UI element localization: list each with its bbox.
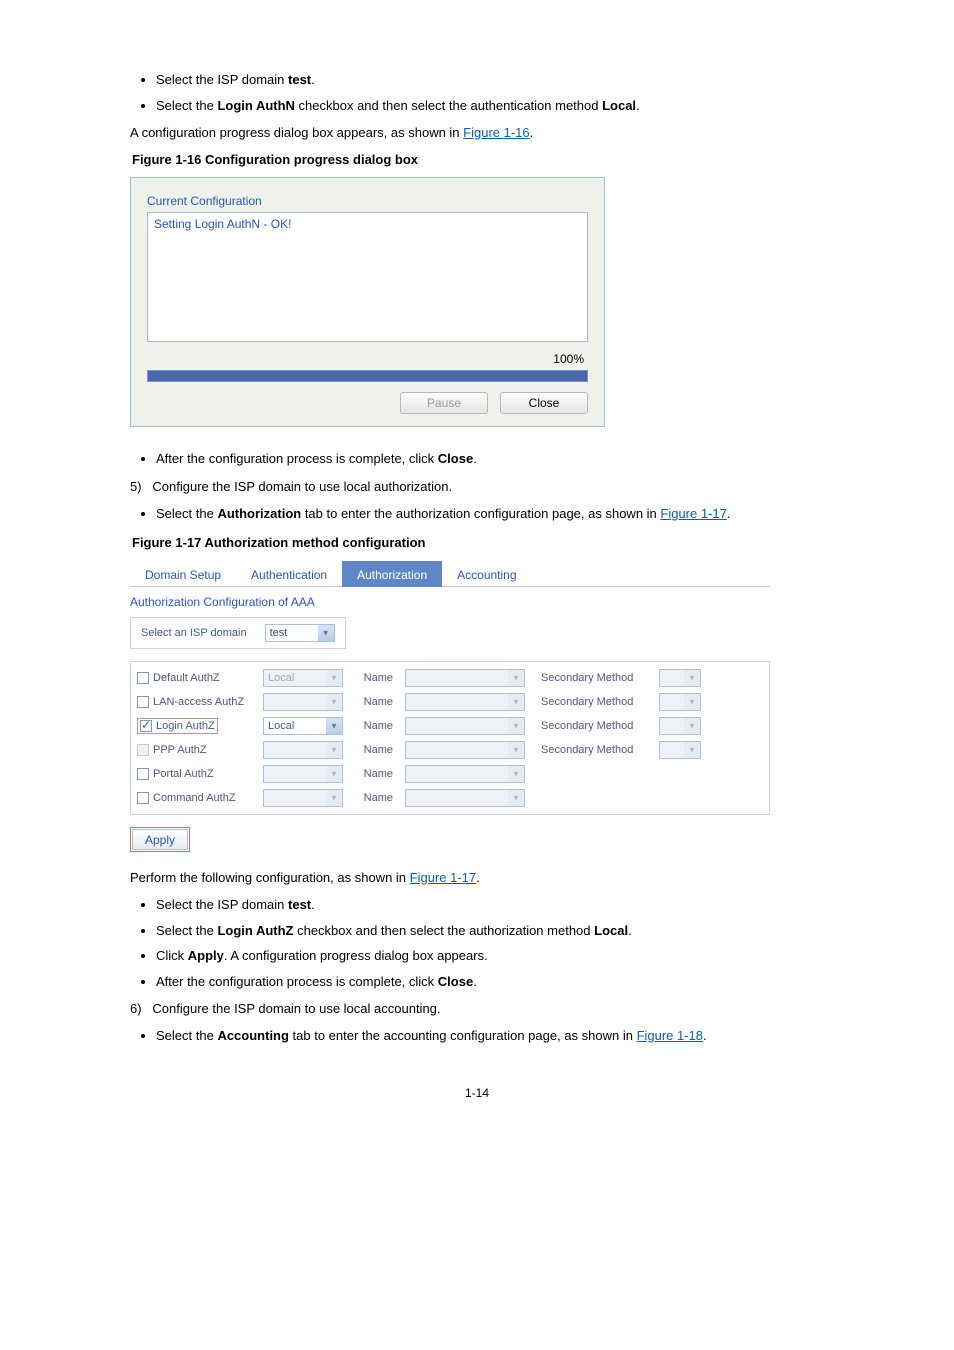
figure-1-17-caption: Figure 1-17 Authorization method configu…: [132, 535, 824, 550]
name-select: ▾: [405, 741, 525, 759]
chevron-down-icon: ▾: [508, 742, 524, 758]
chevron-down-icon: ▾: [326, 718, 342, 734]
select-authorization-tab-text: Select the Authorization tab to enter th…: [156, 504, 824, 524]
secondary-label: Secondary Method: [541, 744, 651, 756]
secondary-label: Secondary Method: [541, 672, 651, 684]
authz-method-select: ▾: [263, 741, 343, 759]
after-close-a: After the configuration process is compl…: [156, 449, 824, 469]
secondary-label: Secondary Method: [541, 696, 651, 708]
authz-label: PPP AuthZ: [153, 744, 207, 756]
name-select: ▾: [405, 789, 525, 807]
page-number: 1-14: [130, 1086, 824, 1100]
c-step-4: After the configuration process is compl…: [156, 972, 824, 992]
step5-text: 5) Configure the ISP domain to use local…: [130, 479, 824, 494]
tab-authentication[interactable]: Authentication: [236, 561, 342, 587]
step-select-login-authn: Select the Login AuthN checkbox and then…: [156, 96, 824, 116]
name-select: ▾: [405, 765, 525, 783]
select-accounting-tab-text: Select the Accounting tab to enter the a…: [156, 1026, 824, 1046]
dialog-output-area: Setting Login AuthN - OK!: [147, 212, 588, 342]
secondary-label: Secondary Method: [541, 720, 651, 732]
figure-1-16-caption: Figure 1-16 Configuration progress dialo…: [132, 152, 824, 167]
authz-label: Command AuthZ: [153, 792, 236, 804]
authz-method-select: ▾: [263, 789, 343, 807]
chevron-down-icon: ▾: [508, 694, 524, 710]
figref-1-17b[interactable]: Figure 1-17: [410, 870, 476, 885]
figref-1-17a[interactable]: Figure 1-17: [660, 506, 726, 521]
authz-label: LAN-access AuthZ: [153, 696, 244, 708]
authz-row: Login AuthZ Local▾ Name ▾ Secondary Method ▾: [137, 714, 763, 738]
authz-checkbox: [137, 744, 149, 756]
name-label: Name: [359, 792, 397, 804]
chevron-down-icon: ▾: [326, 670, 342, 686]
chevron-down-icon: ▾: [326, 742, 342, 758]
section-title: Authorization Configuration of AAA: [130, 595, 770, 609]
authz-row: Command AuthZ ▾ Name ▾: [137, 786, 763, 810]
chevron-down-icon: ▾: [326, 790, 342, 806]
name-label: Name: [359, 768, 397, 780]
c-step-3: Click Apply. A configuration progress di…: [156, 946, 824, 966]
authz-label: Login AuthZ: [156, 720, 215, 732]
perform-config-text: Perform the following configuration, as …: [130, 870, 824, 885]
authz-label: Portal AuthZ: [153, 768, 214, 780]
close-button[interactable]: Close: [500, 392, 588, 414]
secondary-method-select: ▾: [659, 693, 701, 711]
pause-button[interactable]: Pause: [400, 392, 488, 414]
authz-label: Default AuthZ: [153, 672, 220, 684]
name-label: Name: [359, 672, 397, 684]
authz-checkbox[interactable]: [140, 720, 152, 732]
isp-domain-label: Select an ISP domain: [141, 627, 247, 639]
apply-button[interactable]: Apply: [132, 829, 188, 850]
name-select: ▾: [405, 717, 525, 735]
chevron-down-icon: ▾: [508, 790, 524, 806]
name-select: ▾: [405, 669, 525, 687]
dialog-title: Current Configuration: [147, 194, 588, 208]
name-label: Name: [359, 720, 397, 732]
authz-checkbox[interactable]: [137, 696, 149, 708]
authz-row: PPP AuthZ ▾ Name ▾ Secondary Method ▾: [137, 738, 763, 762]
chevron-down-icon: ▾: [508, 718, 524, 734]
chevron-down-icon: ▾: [326, 694, 342, 710]
figure-progress-dialog: Current Configuration Setting Login Auth…: [130, 177, 605, 427]
secondary-method-select: ▾: [659, 717, 701, 735]
c-step-1: Select the ISP domain test.: [156, 895, 824, 915]
authz-row: Default AuthZ Local▾ Name ▾ Secondary Method…: [137, 666, 763, 690]
authz-method-select: ▾: [263, 693, 343, 711]
authz-row: Portal AuthZ ▾ Name ▾: [137, 762, 763, 786]
c-step-2: Select the Login AuthZ checkbox and then…: [156, 921, 824, 941]
progress-text: A configuration progress dialog box appe…: [130, 125, 824, 140]
progress-bar: [147, 370, 588, 382]
chevron-down-icon: ▾: [508, 670, 524, 686]
tab-domain-setup[interactable]: Domain Setup: [130, 561, 236, 587]
authz-checkbox[interactable]: [137, 792, 149, 804]
tab-authorization[interactable]: Authorization: [342, 561, 442, 587]
isp-domain-select[interactable]: test▾: [265, 624, 335, 642]
chevron-down-icon: ▾: [326, 766, 342, 782]
authz-method-select: ▾: [263, 765, 343, 783]
authz-checkbox[interactable]: [137, 672, 149, 684]
chevron-down-icon: ▾: [684, 670, 700, 686]
chevron-down-icon: ▾: [684, 718, 700, 734]
authz-method-select[interactable]: Local▾: [263, 717, 343, 735]
name-label: Name: [359, 696, 397, 708]
authz-row: LAN-access AuthZ ▾ Name ▾ Secondary Method ▾: [137, 690, 763, 714]
progress-percent: 100%: [147, 342, 588, 370]
step-select-domain: Select the ISP domain test.: [156, 70, 824, 90]
figure-authorization-panel: Domain Setup Authentication Authorizatio…: [130, 560, 770, 852]
name-select: ▾: [405, 693, 525, 711]
name-label: Name: [359, 744, 397, 756]
authz-method-select: Local▾: [263, 669, 343, 687]
chevron-down-icon: ▾: [684, 742, 700, 758]
authz-checkbox[interactable]: [137, 768, 149, 780]
chevron-down-icon: ▾: [318, 625, 334, 641]
secondary-method-select: ▾: [659, 741, 701, 759]
chevron-down-icon: ▾: [684, 694, 700, 710]
figref-1-18[interactable]: Figure 1-18: [637, 1028, 703, 1043]
secondary-method-select: ▾: [659, 669, 701, 687]
tab-accounting[interactable]: Accounting: [442, 561, 531, 587]
chevron-down-icon: ▾: [508, 766, 524, 782]
step6-text: 6) Configure the ISP domain to use local…: [130, 1001, 824, 1016]
figref-1-16[interactable]: Figure 1-16: [463, 125, 529, 140]
